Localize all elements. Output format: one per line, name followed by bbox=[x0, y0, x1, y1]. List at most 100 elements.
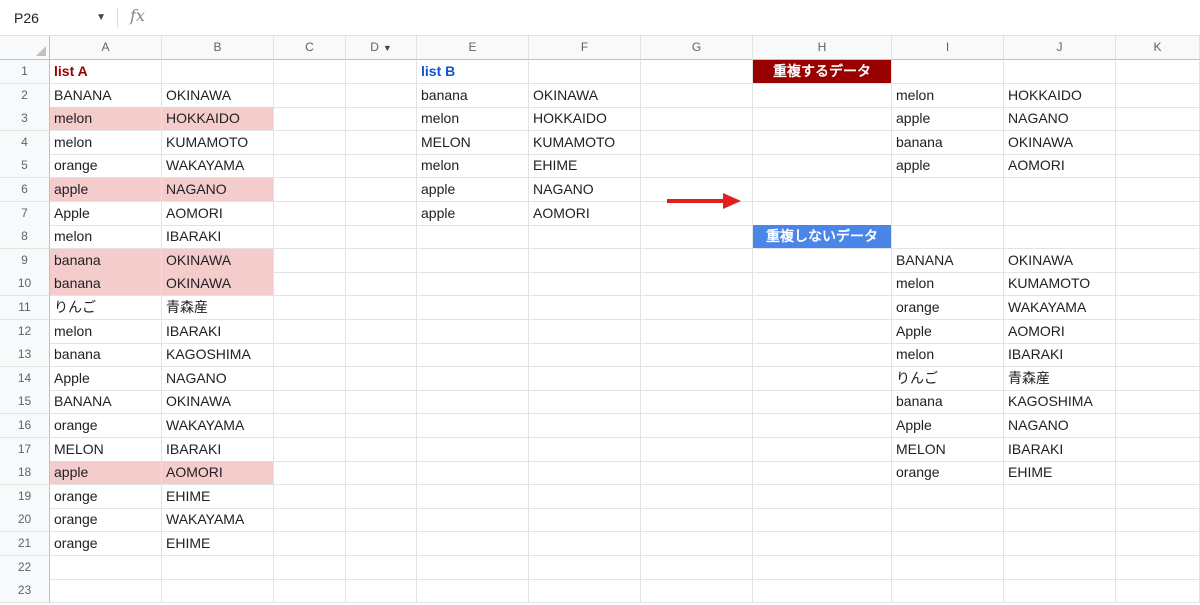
cell[interactable] bbox=[641, 437, 753, 462]
cell[interactable] bbox=[641, 555, 753, 580]
list-b-fruit[interactable]: banana bbox=[417, 83, 529, 108]
row-header[interactable]: 6 bbox=[0, 178, 50, 202]
non-duplicate-fruit[interactable]: melon bbox=[892, 343, 1004, 368]
cell[interactable] bbox=[346, 60, 417, 84]
row-header[interactable]: 9 bbox=[0, 248, 50, 273]
cell[interactable] bbox=[1116, 178, 1200, 202]
cell[interactable] bbox=[529, 508, 641, 533]
duplicate-fruit[interactable]: banana bbox=[892, 130, 1004, 155]
cell[interactable] bbox=[753, 508, 892, 533]
list-a-region[interactable]: NAGANO bbox=[162, 178, 274, 202]
list-b-fruit[interactable]: apple bbox=[417, 178, 529, 202]
cell[interactable] bbox=[1116, 461, 1200, 486]
list-a-region[interactable]: KAGOSHIMA bbox=[162, 343, 274, 368]
list-a-region[interactable]: EHIME bbox=[162, 532, 274, 556]
cell[interactable] bbox=[274, 390, 346, 415]
duplicate-data-label[interactable]: 重複するデータ bbox=[753, 60, 892, 84]
cell[interactable] bbox=[753, 319, 892, 344]
cell[interactable] bbox=[1004, 484, 1116, 509]
cell[interactable] bbox=[417, 366, 529, 391]
cell[interactable] bbox=[529, 437, 641, 462]
cell[interactable] bbox=[529, 272, 641, 297]
cell[interactable] bbox=[162, 555, 274, 580]
cell[interactable] bbox=[641, 390, 753, 415]
cell[interactable] bbox=[274, 130, 346, 155]
cell[interactable] bbox=[1116, 484, 1200, 509]
cell[interactable] bbox=[892, 508, 1004, 533]
cell[interactable] bbox=[417, 390, 529, 415]
cell[interactable] bbox=[641, 319, 753, 344]
cell[interactable] bbox=[346, 248, 417, 273]
non-duplicate-region[interactable]: 青森産 bbox=[1004, 366, 1116, 391]
list-a-fruit[interactable]: orange bbox=[50, 532, 162, 556]
cell[interactable] bbox=[753, 366, 892, 391]
cell[interactable] bbox=[529, 366, 641, 391]
list-a-region[interactable]: HOKKAIDO bbox=[162, 107, 274, 132]
list-a-region[interactable]: KUMAMOTO bbox=[162, 130, 274, 155]
non-duplicate-fruit[interactable]: MELON bbox=[892, 437, 1004, 462]
list-a-fruit[interactable]: orange bbox=[50, 484, 162, 509]
list-b-region[interactable]: EHIME bbox=[529, 154, 641, 179]
cell[interactable] bbox=[346, 343, 417, 368]
cell[interactable] bbox=[417, 414, 529, 438]
list-b-region[interactable]: OKINAWA bbox=[529, 83, 641, 108]
cell[interactable] bbox=[529, 319, 641, 344]
cell[interactable] bbox=[529, 484, 641, 509]
duplicate-fruit[interactable]: melon bbox=[892, 83, 1004, 108]
cell[interactable] bbox=[274, 296, 346, 320]
list-b-region[interactable]: NAGANO bbox=[529, 178, 641, 202]
duplicate-region[interactable]: OKINAWA bbox=[1004, 130, 1116, 155]
cell[interactable] bbox=[753, 437, 892, 462]
row-header[interactable]: 19 bbox=[0, 484, 50, 509]
cell[interactable] bbox=[753, 201, 892, 226]
list-a-fruit[interactable]: りんご bbox=[50, 296, 162, 320]
non-duplicate-fruit[interactable]: orange bbox=[892, 461, 1004, 486]
cell[interactable] bbox=[50, 555, 162, 580]
cell[interactable] bbox=[274, 484, 346, 509]
list-a-region[interactable]: OKINAWA bbox=[162, 83, 274, 108]
cell[interactable] bbox=[529, 390, 641, 415]
row-header[interactable]: 18 bbox=[0, 461, 50, 486]
cell[interactable] bbox=[274, 107, 346, 132]
cell[interactable] bbox=[641, 579, 753, 604]
cell[interactable] bbox=[274, 437, 346, 462]
cell[interactable] bbox=[274, 555, 346, 580]
cell[interactable] bbox=[346, 201, 417, 226]
cell[interactable] bbox=[346, 366, 417, 391]
cell[interactable] bbox=[753, 272, 892, 297]
cell[interactable] bbox=[641, 272, 753, 297]
list-a-fruit[interactable]: banana bbox=[50, 272, 162, 297]
cell[interactable] bbox=[50, 579, 162, 604]
row-header[interactable]: 15 bbox=[0, 390, 50, 415]
cell[interactable] bbox=[641, 130, 753, 155]
cell[interactable] bbox=[529, 414, 641, 438]
cell[interactable] bbox=[417, 532, 529, 556]
cell[interactable] bbox=[274, 461, 346, 486]
list-a-region[interactable]: AOMORI bbox=[162, 201, 274, 226]
cell[interactable] bbox=[274, 414, 346, 438]
cell[interactable] bbox=[529, 60, 641, 84]
list-a-region[interactable]: WAKAYAMA bbox=[162, 508, 274, 533]
list-b-fruit[interactable]: MELON bbox=[417, 130, 529, 155]
cell[interactable] bbox=[753, 390, 892, 415]
cell[interactable] bbox=[274, 201, 346, 226]
cell[interactable] bbox=[346, 579, 417, 604]
column-header-d[interactable]: D ▼ bbox=[346, 36, 417, 60]
list-b-region[interactable]: AOMORI bbox=[529, 201, 641, 226]
cell[interactable] bbox=[753, 178, 892, 202]
cell[interactable] bbox=[346, 272, 417, 297]
cell[interactable] bbox=[162, 579, 274, 604]
cell[interactable] bbox=[274, 343, 346, 368]
row-header[interactable]: 22 bbox=[0, 555, 50, 580]
cell[interactable] bbox=[753, 343, 892, 368]
column-header-j[interactable]: J bbox=[1004, 36, 1116, 60]
list-b-fruit[interactable]: melon bbox=[417, 107, 529, 132]
list-a-fruit[interactable]: melon bbox=[50, 107, 162, 132]
non-duplicate-fruit[interactable]: Apple bbox=[892, 414, 1004, 438]
cell[interactable] bbox=[1116, 60, 1200, 84]
cell[interactable] bbox=[753, 484, 892, 509]
cell[interactable] bbox=[417, 555, 529, 580]
cell[interactable] bbox=[641, 107, 753, 132]
cell[interactable] bbox=[1116, 130, 1200, 155]
cell[interactable] bbox=[753, 579, 892, 604]
